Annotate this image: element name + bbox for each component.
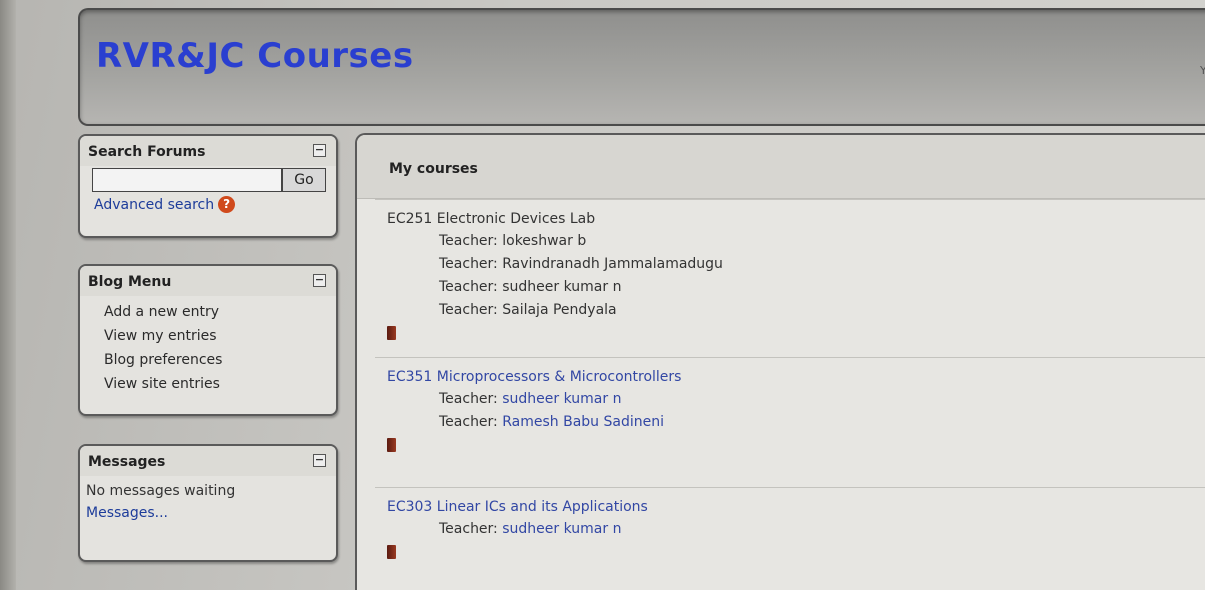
teacher-line: Teacher: sudheer kumar n: [387, 388, 1205, 411]
collapse-icon[interactable]: −: [313, 274, 326, 287]
teacher-link[interactable]: sudheer kumar n: [502, 279, 621, 295]
messages-title: Messages: [88, 454, 166, 470]
search-forums-header: Search Forums −: [80, 136, 336, 166]
teacher-line: Teacher: Ramesh Babu Sadineni: [387, 411, 1205, 434]
teacher-label: Teacher:: [439, 233, 498, 249]
teacher-link[interactable]: Ramesh Babu Sadineni: [502, 414, 664, 430]
search-input[interactable]: [92, 168, 282, 192]
blog-view-site-entries-link[interactable]: View site entries: [104, 372, 336, 396]
course-book-icon[interactable]: [387, 326, 396, 340]
advanced-search-row: Advanced search ?: [94, 196, 336, 213]
course-book-icon[interactable]: [387, 545, 396, 559]
site-header: RVR&JC Courses Yo: [78, 8, 1205, 126]
search-forums-block: Search Forums − Go Advanced search ?: [78, 134, 338, 238]
messages-status: No messages waiting: [86, 483, 236, 499]
blog-menu-block: Blog Menu − Add a new entry View my entr…: [78, 264, 338, 416]
teacher-line: Teacher: sudheer kumar n: [387, 518, 1205, 541]
teacher-line: Teacher: Ravindranadh Jammalamadugu: [387, 253, 1205, 276]
teacher-label: Teacher:: [439, 302, 498, 318]
collapse-icon[interactable]: −: [313, 144, 326, 157]
my-courses-title: My courses: [357, 135, 1205, 199]
go-button[interactable]: Go: [282, 168, 326, 192]
header-user-fragment: Yo: [1200, 64, 1205, 77]
collapse-icon[interactable]: −: [313, 454, 326, 467]
blog-preferences-link[interactable]: Blog preferences: [104, 348, 336, 372]
teacher-line: Teacher: sudheer kumar n: [387, 276, 1205, 299]
teacher-label: Teacher:: [439, 256, 498, 272]
teacher-line: Teacher: lokeshwar b: [387, 230, 1205, 253]
teacher-link[interactable]: Ravindranadh Jammalamadugu: [502, 256, 723, 272]
blog-menu-list: Add a new entry View my entries Blog pre…: [80, 296, 336, 406]
teacher-label: Teacher:: [439, 414, 498, 430]
teacher-label: Teacher:: [439, 279, 498, 295]
search-row: Go: [92, 168, 336, 192]
course-title-link[interactable]: EC303 Linear ICs and its Applications: [387, 496, 1205, 518]
course-item: EC251 Electronic Devices Lab Teacher: lo…: [375, 199, 1205, 357]
teacher-label: Teacher:: [439, 391, 498, 407]
blog-view-my-entries-link[interactable]: View my entries: [104, 324, 336, 348]
my-courses-panel: My courses EC251 Electronic Devices Lab …: [355, 133, 1205, 590]
blog-add-entry-link[interactable]: Add a new entry: [104, 300, 336, 324]
advanced-search-link[interactable]: Advanced search: [94, 197, 214, 213]
teacher-label: Teacher:: [439, 521, 498, 537]
site-title[interactable]: RVR&JC Courses: [96, 36, 414, 76]
course-book-icon[interactable]: [387, 438, 396, 452]
teacher-link[interactable]: sudheer kumar n: [502, 391, 621, 407]
teacher-link[interactable]: Sailaja Pendyala: [502, 302, 616, 318]
search-forums-title: Search Forums: [88, 144, 206, 160]
course-title-link[interactable]: EC351 Microprocessors & Microcontrollers: [387, 366, 1205, 388]
teacher-line: Teacher: Sailaja Pendyala: [387, 299, 1205, 322]
monitor-bezel: [0, 0, 16, 590]
messages-link[interactable]: Messages...: [86, 502, 336, 524]
messages-header: Messages −: [80, 446, 336, 476]
course-item: EC303 Linear ICs and its Applications Te…: [375, 487, 1205, 590]
teacher-link[interactable]: sudheer kumar n: [502, 521, 621, 537]
course-item: EC351 Microprocessors & Microcontrollers…: [375, 357, 1205, 487]
help-icon[interactable]: ?: [218, 196, 236, 213]
blog-menu-title: Blog Menu: [88, 274, 172, 290]
blog-menu-header: Blog Menu −: [80, 266, 336, 296]
course-title-link[interactable]: EC251 Electronic Devices Lab: [387, 208, 1205, 230]
messages-block: Messages − No messages waiting Messages.…: [78, 444, 338, 562]
teacher-link[interactable]: lokeshwar b: [502, 233, 586, 249]
